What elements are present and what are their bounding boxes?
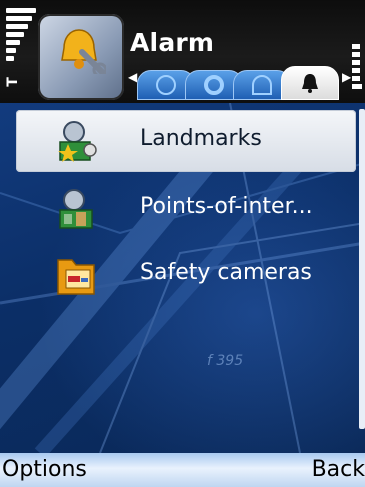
scrollbar[interactable] (359, 109, 365, 429)
list-item-landmarks[interactable]: Landmarks (16, 110, 356, 172)
antenna-icon: T (4, 77, 21, 87)
battery-indicator (352, 44, 362, 100)
target-icon (204, 75, 224, 95)
softkey-bar: Options Back (0, 453, 365, 487)
alarm-bell-icon (302, 74, 318, 93)
gauge-icon (252, 75, 272, 95)
safety-camera-folder-icon (57, 259, 95, 295)
list-item-label: Points-of-inter... (140, 194, 313, 219)
signal-strength-indicator: T (4, 8, 36, 100)
list-item-safety-cameras[interactable]: Safety cameras (16, 244, 356, 306)
title-bar: T Alarm ◀ ▶ (0, 0, 365, 103)
tab-right-arrow-icon[interactable]: ▶ (342, 70, 351, 84)
options-softkey[interactable]: Options (2, 457, 87, 482)
tab-left-arrow-icon[interactable]: ◀ (128, 70, 137, 84)
list-item-label: Safety cameras (140, 260, 312, 285)
landmarks-icon (58, 121, 97, 162)
tab-bar (137, 66, 341, 100)
back-softkey[interactable]: Back (312, 457, 365, 482)
list-item-label: Landmarks (140, 126, 262, 151)
page-title: Alarm (130, 28, 215, 57)
list-view: f 395 Landmarks Points-of-inter... Safet… (0, 103, 365, 453)
points-of-interest-icon (59, 189, 93, 229)
alarm-bell-settings-icon (38, 14, 124, 100)
list-item-points-of-interest[interactable]: Points-of-inter... (16, 178, 356, 240)
map-road-label: f 395 (207, 353, 244, 369)
tab-alarm[interactable] (281, 66, 339, 100)
globe-icon (156, 75, 176, 95)
